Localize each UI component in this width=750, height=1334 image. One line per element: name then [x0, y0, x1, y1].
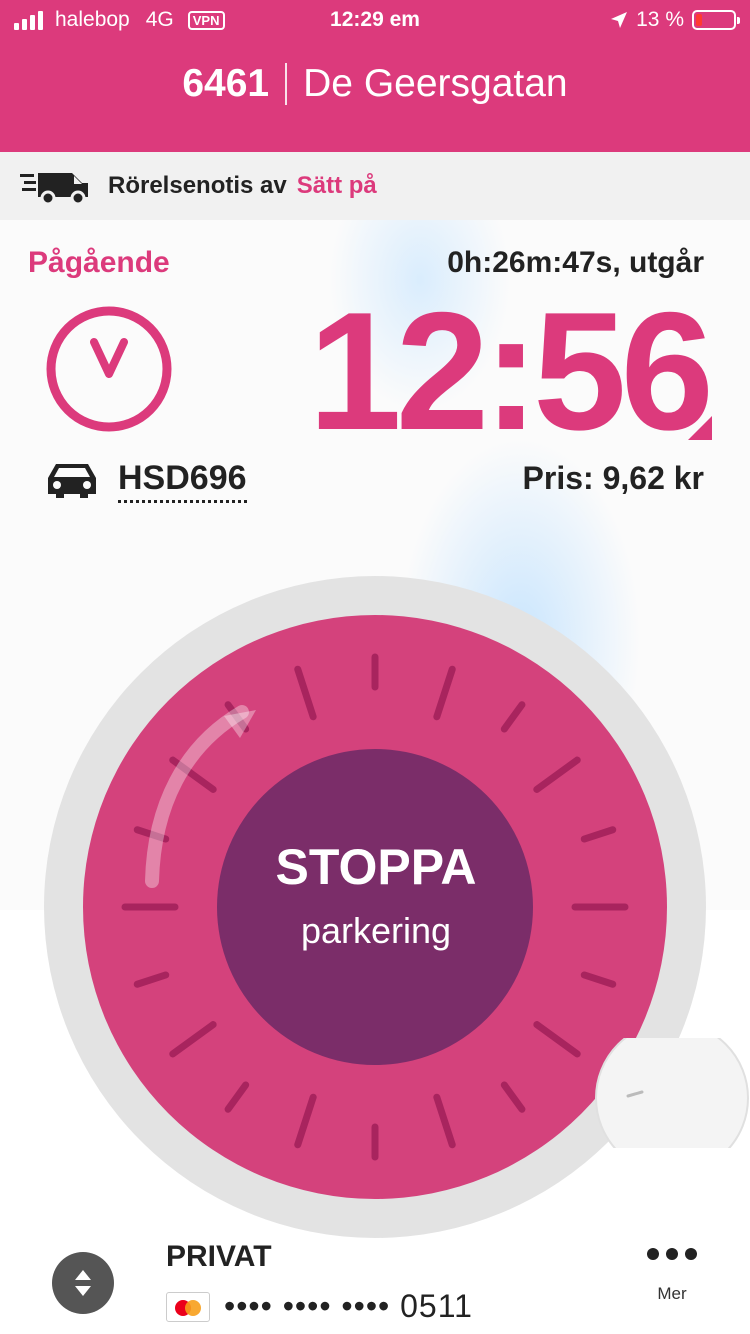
account-name: PRIVAT	[166, 1240, 272, 1273]
more-button[interactable]: Mer	[642, 1248, 702, 1304]
car-icon	[48, 464, 96, 498]
stop-button-center	[217, 749, 533, 1065]
location-arrow-icon	[611, 12, 628, 28]
parking-end-time[interactable]: 12:56	[308, 286, 714, 456]
more-dots-icon	[642, 1248, 702, 1260]
battery-label: 13 %	[636, 8, 684, 31]
battery-icon	[692, 10, 740, 30]
app-header: halebop 4G VPN 12:29 em 13 % 6461 De Gee…	[0, 0, 750, 152]
stop-button-subtitle[interactable]: parkering	[216, 910, 536, 952]
sort-arrows-icon	[75, 1270, 91, 1296]
motion-notice-bar: Rörelsenotis av Sätt på	[0, 152, 750, 220]
title-divider	[285, 63, 288, 105]
payment-card-row[interactable]: •••• •••• •••• 0511	[166, 1288, 473, 1325]
motion-notice-label: Rörelsenotis av	[108, 172, 287, 199]
remaining-time: 0h:26m:47s, utgår	[447, 246, 704, 279]
mastercard-icon	[166, 1291, 210, 1322]
zone-number: 6461	[182, 62, 270, 105]
stop-button-title[interactable]: STOPPA	[216, 838, 536, 896]
card-number: •••• •••• •••• 0511	[224, 1288, 473, 1324]
price-label: Pris: 9,62 kr	[522, 460, 704, 496]
parking-status: Pågående	[28, 246, 170, 279]
status-bar: halebop 4G VPN 12:29 em 13 %	[0, 0, 750, 42]
license-plate[interactable]: HSD696	[118, 458, 247, 503]
scroll-handle-icon[interactable]	[594, 1038, 750, 1148]
page-title: 6461 De Geersgatan	[0, 62, 750, 106]
zone-name: De Geersgatan	[303, 62, 568, 105]
delivery-truck-icon	[20, 173, 88, 205]
edit-time-corner-icon	[688, 416, 712, 440]
clock-icon	[46, 306, 172, 432]
switch-account-button[interactable]	[52, 1252, 114, 1314]
more-label: Mer	[657, 1284, 687, 1303]
enable-motion-notice-link[interactable]: Sätt på	[297, 172, 377, 200]
